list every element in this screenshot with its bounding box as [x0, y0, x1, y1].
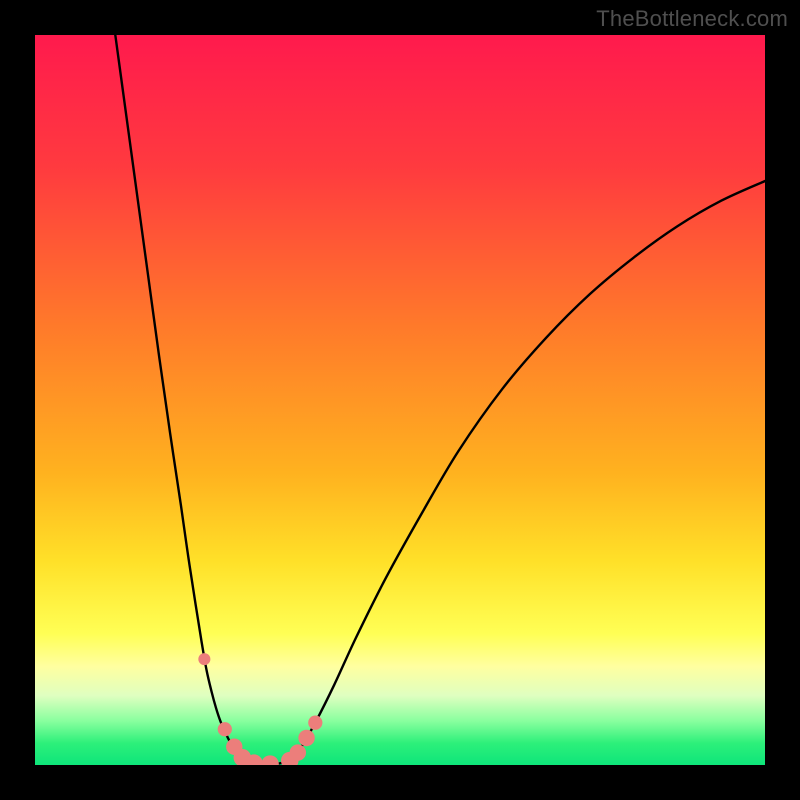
chart-frame: TheBottleneck.com [0, 0, 800, 800]
curve-layer [35, 35, 765, 765]
highlight-dot [218, 722, 232, 736]
watermark-label: TheBottleneck.com [596, 6, 788, 32]
highlight-dot [308, 716, 322, 730]
highlight-dot [261, 755, 279, 765]
highlight-dot [198, 653, 210, 665]
curve-right [292, 181, 765, 758]
plot-area [35, 35, 765, 765]
highlight-dot [290, 744, 306, 760]
curve-left [115, 35, 246, 761]
highlight-dot [298, 730, 314, 746]
